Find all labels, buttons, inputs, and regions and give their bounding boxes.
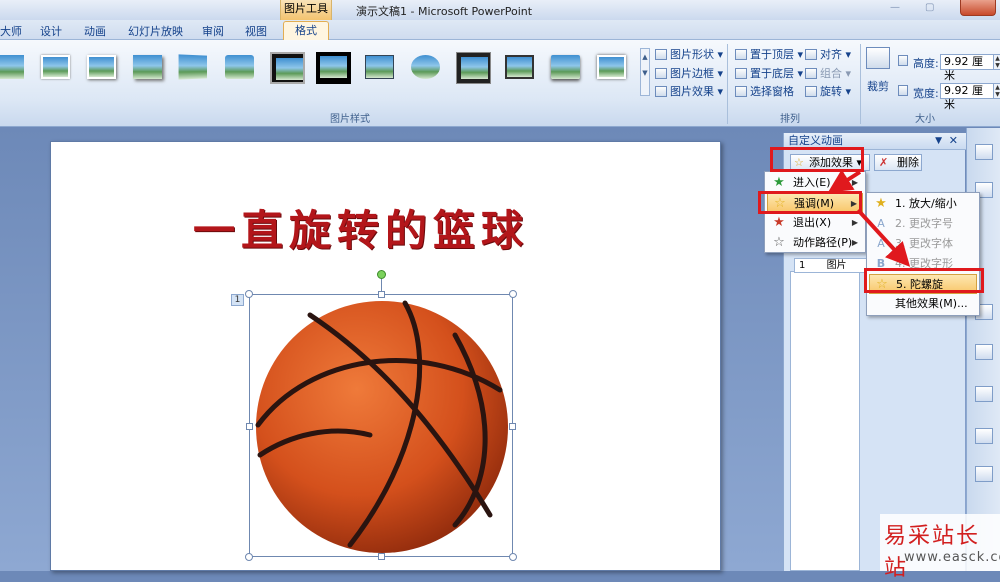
rotation-handle[interactable] [377,270,386,279]
picture-style-thumb[interactable] [502,52,537,84]
tab-design[interactable]: 设计 [40,23,62,39]
watermark-url: www.easck.com [904,550,1000,565]
resize-handle[interactable] [245,290,253,298]
picture-style-thumb[interactable] [362,52,397,84]
group-button[interactable]: 组合 ▾ [805,65,851,81]
basketball-body [256,301,508,553]
tab-slideshow[interactable]: 幻灯片放映 [128,23,183,39]
close-button[interactable] [960,0,996,16]
picture-style-thumb[interactable] [408,52,443,84]
height-label: 高度: [913,57,939,70]
pane-title: 自定义动画 [788,134,843,147]
group-separator [860,44,861,124]
picture-style-thumb[interactable] [176,52,211,84]
group-separator [727,44,728,124]
send-to-back-button[interactable]: 置于底层 ▾ [735,65,803,81]
width-spinner[interactable]: ▲ ▼ [993,83,1000,99]
width-label: 宽度: [913,87,939,100]
window-title: 演示文稿1 - Microsoft PowerPoint [356,5,533,18]
submenu-item-label: 其他效果(M)... [895,297,968,310]
picture-border-button[interactable]: 图片边框 ▾ [655,65,723,81]
picture-style-thumb[interactable] [456,52,491,84]
height-field[interactable]: 9.92 厘米 [940,54,994,82]
maximize-icon[interactable]: ▢ [925,2,934,13]
resize-handle[interactable] [246,423,253,430]
context-tab-picture-tools: 图片工具 [280,0,332,20]
picture-style-thumb[interactable] [594,52,629,84]
picture-style-thumb[interactable] [270,52,305,84]
height-spinner[interactable]: ▲ ▼ [993,54,1000,70]
pane-close-icon[interactable]: ✕ [949,133,958,149]
picture-shape-button[interactable]: 图片形状 ▾ [655,46,723,62]
tab-review[interactable]: 审阅 [202,23,224,39]
picture-style-thumb[interactable] [548,52,583,84]
group-label: 组合 [820,67,842,80]
watermark: 易采站长站 www.easck.com [880,514,1000,581]
toolbar-icon[interactable] [975,344,993,360]
resize-handle[interactable] [509,290,517,298]
resize-handle[interactable] [509,423,516,430]
exit-star-icon: ★ [773,215,785,230]
picture-border-label: 图片边框 [670,67,714,80]
height-icon [898,54,911,67]
tab-animation[interactable]: 动画 [84,23,106,39]
animation-order-tag[interactable]: 1 [231,294,244,306]
submenu-item-more-effects[interactable]: 其他效果(M)... [869,294,977,314]
send-to-back-label: 置于底层 [750,67,794,80]
resize-handle[interactable] [378,291,385,298]
picture-shape-label: 图片形状 [670,48,714,61]
rotate-button[interactable]: 旋转 ▾ [805,83,851,99]
resize-handle[interactable] [245,553,253,561]
width-field[interactable]: 9.92 厘米 [940,83,994,111]
tab-format[interactable]: 格式 [283,21,329,41]
window-controls: — ▢ [870,0,1000,20]
picture-style-thumb[interactable] [130,52,165,84]
picture-style-thumb[interactable] [316,52,351,84]
selection-pane-label: 选择窗格 [750,85,794,98]
animation-list-area [790,271,860,571]
group-label-arrange: 排列 [780,114,800,125]
crop-icon[interactable] [866,47,890,69]
rotate-label: 旋转 [820,85,842,98]
crop-label[interactable]: 裁剪 [867,78,889,94]
bring-to-front-label: 置于顶层 [750,48,794,61]
resize-handle[interactable] [509,553,517,561]
enter-star-icon: ★ [773,175,785,190]
align-label: 对齐 [820,48,842,61]
picture-selection-box[interactable] [245,290,517,561]
list-item-number: 1 [799,260,806,271]
picture-style-thumb[interactable] [0,52,27,84]
picture-effects-button[interactable]: 图片效果 ▾ [655,83,723,99]
bring-to-front-button[interactable]: 置于顶层 ▾ [735,46,803,62]
minimize-icon[interactable]: — [890,2,900,13]
toolbar-icon[interactable] [975,466,993,482]
annotation-arrows [827,169,911,267]
ribbon-tab-bar: 大师 设计 动画 幻灯片放映 审阅 视图 格式 [0,20,1000,41]
arrow-to-spin [856,208,911,267]
tab-view[interactable]: 视图 [245,23,267,39]
group-label-picture-styles: 图片样式 [330,114,370,125]
pane-menu-icon[interactable]: ▼ [935,133,942,149]
selection-pane-button[interactable]: 选择窗格 [735,83,794,99]
slide-title[interactable]: 一直旋转的篮球 [193,197,529,258]
toolbar-icon[interactable] [975,386,993,402]
slide-canvas[interactable]: 一直旋转的篮球 1 [50,141,721,571]
resize-handle[interactable] [378,553,385,560]
picture-effects-label: 图片效果 [670,85,714,98]
toolbar-icon[interactable] [975,144,993,160]
gallery-scroll[interactable]: ▲ ▼ [640,48,650,96]
motion-path-star-icon: ☆ [773,235,785,250]
tab-master[interactable]: 大师 [0,23,22,39]
width-icon [898,84,911,97]
toolbar-icon[interactable] [975,428,993,444]
align-button[interactable]: 对齐 ▾ [805,46,851,62]
arrow-to-emphasis [827,169,862,193]
picture-style-thumb[interactable] [38,52,73,84]
group-label-size: 大小 [915,114,935,125]
picture-style-thumb[interactable] [222,52,257,84]
basketball-image [255,300,508,553]
picture-style-thumb[interactable] [84,52,119,84]
